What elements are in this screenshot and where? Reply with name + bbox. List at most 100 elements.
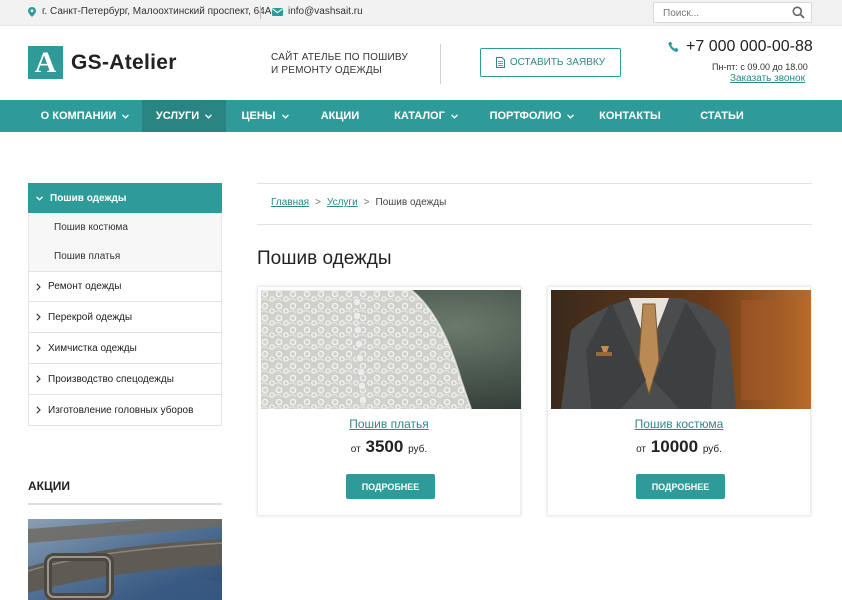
logo-mark[interactable]: A	[28, 46, 63, 79]
chevron-down-icon	[450, 113, 458, 119]
topbar-divider	[260, 6, 261, 19]
nav-item-about[interactable]: О КОМПАНИИ	[28, 100, 142, 132]
sidebar-item-workwear[interactable]: Производство спецодежды	[28, 364, 222, 395]
dress-image[interactable]	[261, 290, 521, 409]
breadcrumb-divider-bottom	[257, 224, 812, 225]
lace-dress-photo	[261, 290, 521, 409]
nav-item-services[interactable]: УСЛУГИ	[142, 100, 226, 132]
suit-photo	[551, 290, 811, 409]
nav-label: ЦЕНЫ	[241, 110, 276, 122]
chevron-down-icon	[205, 113, 213, 119]
nav-item-articles[interactable]: СТАТЬИ	[672, 100, 772, 132]
jeans-belt-image	[28, 519, 222, 600]
breadcrumb: Главная > Услуги > Пошив одежды	[271, 197, 446, 208]
slogan-line-2: И РЕМОНТУ ОДЕЖДЫ	[271, 65, 382, 76]
slogan: САЙТ АТЕЛЬЕ ПО ПОШИВУ И РЕМОНТУ ОДЕЖДЫ	[271, 51, 408, 77]
sidebar-item-dry-cleaning[interactable]: Химчистка одежды	[28, 333, 222, 364]
chevron-right-icon	[36, 406, 41, 414]
sidebar-item-label: Ремонт одежды	[48, 281, 122, 292]
chevron-right-icon	[36, 344, 41, 352]
phone[interactable]: +7 000 000-00-88	[668, 38, 813, 56]
breadcrumb-divider-top	[257, 183, 812, 184]
envelope-icon	[272, 7, 283, 16]
map-pin-icon	[28, 6, 36, 17]
nav-item-portfolio[interactable]: ПОРТФОЛИО	[476, 100, 588, 132]
sidebar-item-label: Перекрой одежды	[48, 311, 133, 323]
nav-item-catalog[interactable]: КАТАЛОГ	[376, 100, 476, 132]
more-button[interactable]: ПОДРОБНЕЕ	[636, 474, 725, 499]
sidebar-item-repair[interactable]: Ремонт одежды	[28, 271, 222, 302]
search-box[interactable]	[653, 2, 812, 23]
breadcrumb-services-link[interactable]: Услуги	[327, 197, 358, 208]
promotions-heading: АКЦИИ	[28, 479, 71, 493]
nav-item-prices[interactable]: ЦЕНЫ	[226, 100, 304, 132]
card-title-link[interactable]: Пошив костюма	[548, 417, 810, 431]
search-icon[interactable]	[792, 6, 805, 19]
nav-label: ПОРТФОЛИО	[489, 110, 562, 122]
suit-image[interactable]	[551, 290, 811, 409]
header-divider	[440, 44, 441, 84]
card-price: от 3500 руб.	[258, 437, 520, 457]
sidebar-item-recut[interactable]: Перекрой одежды	[28, 302, 222, 333]
leave-request-label: ОСТАВИТЬ ЗАЯВКУ	[509, 57, 606, 68]
price-currency: руб.	[702, 444, 722, 455]
promotions-divider	[28, 503, 222, 505]
chevron-right-icon	[36, 282, 41, 291]
price-currency: руб.	[408, 444, 428, 455]
top-bar: г. Санкт-Петербург, Малоохтинский проспе…	[0, 0, 842, 26]
page-title: Пошив одежды	[257, 248, 392, 269]
sidebar-item-label: Производство спецодежды	[48, 373, 174, 385]
order-callback-link[interactable]: Заказать звонок	[730, 73, 805, 84]
price-prefix: от	[350, 444, 361, 455]
sidebar-item-label: Пошив одежды	[50, 192, 127, 204]
breadcrumb-home-link[interactable]: Главная	[271, 197, 309, 208]
main-nav: О КОМПАНИИ УСЛУГИ ЦЕНЫ АКЦИИ КАТАЛОГ ПОР…	[0, 100, 842, 132]
address-text: г. Санкт-Петербург, Малоохтинский проспе…	[42, 6, 272, 17]
phone-number[interactable]: +7 000 000-00-88	[686, 38, 813, 56]
email[interactable]: info@vashsait.ru	[272, 6, 363, 17]
phone-icon	[668, 41, 679, 52]
breadcrumb-separator: >	[315, 197, 321, 208]
document-icon	[495, 57, 505, 68]
more-button[interactable]: ПОДРОБНЕЕ	[346, 474, 435, 499]
nav-item-promotions[interactable]: АКЦИИ	[304, 100, 376, 132]
slogan-line-1: САЙТ АТЕЛЬЕ ПО ПОШИВУ	[271, 52, 408, 63]
leave-request-button[interactable]: ОСТАВИТЬ ЗАЯВКУ	[480, 48, 621, 77]
breadcrumb-current: Пошив одежды	[375, 197, 447, 208]
sidebar-item-label: Химчистка одежды	[48, 342, 137, 354]
sidebar-subitem-suit[interactable]: Пошив костюма	[28, 213, 222, 242]
chevron-down-icon	[281, 113, 289, 119]
logo-text[interactable]: GS-Atelier	[71, 51, 177, 75]
price-value: 3500	[365, 437, 404, 456]
promotion-image[interactable]	[28, 519, 222, 600]
price-value: 10000	[650, 437, 699, 456]
logo[interactable]: A GS-Atelier	[28, 46, 177, 79]
nav-label: КАТАЛОГ	[394, 110, 445, 122]
sidebar-item-tailoring[interactable]: Пошив одежды	[28, 183, 222, 213]
card-title-link[interactable]: Пошив платья	[258, 417, 520, 431]
breadcrumb-separator: >	[363, 197, 370, 208]
address: г. Санкт-Петербург, Малоохтинский проспе…	[28, 6, 271, 17]
search-input[interactable]	[663, 6, 783, 20]
card-price: от 10000 руб.	[548, 437, 810, 457]
chevron-down-icon	[36, 195, 43, 201]
chevron-right-icon	[36, 375, 41, 383]
service-card-suit: Пошив костюма от 10000 руб. ПОДРОБНЕЕ	[547, 286, 811, 516]
sidebar-item-label: Изготовление головных уборов	[48, 404, 194, 416]
nav-label: КОНТАКТЫ	[599, 110, 661, 122]
email-text[interactable]: info@vashsait.ru	[288, 6, 363, 17]
sidebar-item-headwear[interactable]: Изготовление головных уборов	[28, 395, 222, 426]
service-card-dress: Пошив платья от 3500 руб. ПОДРОБНЕЕ	[257, 286, 521, 516]
working-hours: Пн-пт: с 09.00 до 18.00	[712, 62, 808, 72]
nav-label: СТАТЬИ	[700, 110, 744, 122]
chevron-down-icon	[122, 113, 130, 119]
nav-label: О КОМПАНИИ	[40, 110, 117, 122]
nav-label: АКЦИИ	[320, 110, 360, 122]
chevron-down-icon	[567, 113, 575, 119]
sidebar-menu: Пошив одежды Пошив костюма Пошив платья …	[28, 183, 222, 426]
nav-label: УСЛУГИ	[155, 110, 200, 122]
nav-item-contacts[interactable]: КОНТАКТЫ	[588, 100, 672, 132]
price-prefix: от	[636, 444, 646, 455]
sidebar-subitem-dress[interactable]: Пошив платья	[28, 242, 222, 271]
chevron-right-icon	[36, 313, 41, 321]
